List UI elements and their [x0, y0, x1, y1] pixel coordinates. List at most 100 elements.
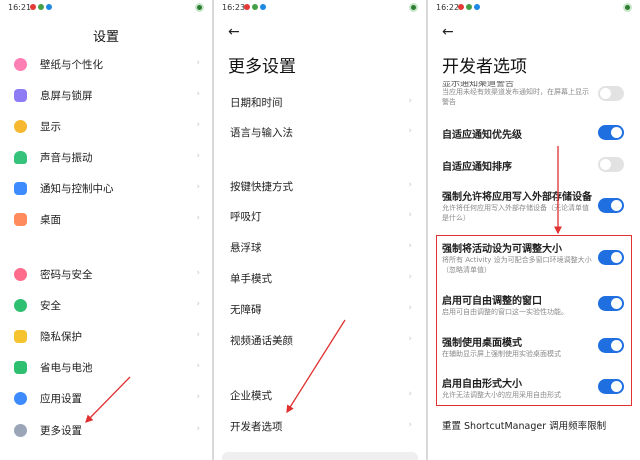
toggle-knob [611, 200, 622, 211]
highlight-box [436, 235, 632, 406]
notif-icon [458, 4, 464, 10]
settings-item-security[interactable]: 安全 › [0, 291, 212, 322]
dev-item-title: 强制允许将应用写入外部存储设备 [442, 192, 592, 203]
status-bar: 16:23 [214, 0, 426, 16]
settings-item-notification[interactable]: 通知与控制中心 › [0, 174, 212, 205]
chevron-right-icon: › [408, 180, 412, 190]
toggle-knob [611, 127, 622, 138]
chevron-right-icon: › [196, 151, 200, 161]
chevron-right-icon: › [408, 241, 412, 251]
notif-icon [30, 4, 36, 10]
toggle-knob [600, 159, 611, 170]
password-icon [14, 268, 27, 281]
dev-item-adaptive-sorting[interactable]: 自适应通知排序 [428, 154, 640, 178]
dev-item-adaptive-priority[interactable]: 自适应通知优先级 [428, 122, 640, 146]
chevron-right-icon: › [408, 96, 412, 106]
lock-screen-icon [14, 89, 27, 102]
chevron-right-icon: › [196, 424, 200, 434]
status-indicator-icon [195, 3, 204, 12]
toggle-switch[interactable] [598, 198, 624, 213]
dev-item-title: 重置 ShortcutManager 调用频率限制 [442, 421, 607, 432]
chevron-right-icon: › [196, 89, 200, 99]
settings-item-desktop[interactable]: 桌面 › [0, 205, 212, 236]
dev-item-force-external-storage[interactable]: 强制允许将应用写入外部存储设备 允许将任何应用写入外部存储设备（无论清单值是什么… [428, 186, 640, 228]
more-item-developer-options[interactable]: 开发者选项 › [214, 412, 426, 442]
security-icon [14, 299, 27, 312]
chevron-right-icon: › [196, 182, 200, 192]
sound-icon [14, 151, 27, 164]
dev-item-desc: 允许将任何应用写入外部存储设备（无论清单值是什么） [442, 204, 589, 222]
notif-icon [46, 4, 52, 10]
settings-item-lock-screen[interactable]: 息屏与锁屏 › [0, 81, 212, 112]
wallpaper-icon [14, 58, 27, 71]
toggle-switch[interactable] [598, 86, 624, 101]
status-indicator-icon [623, 3, 632, 12]
status-bar: 16:21 [0, 0, 212, 16]
settings-item-app-settings[interactable]: 应用设置 › [0, 384, 212, 415]
settings-item-display[interactable]: 显示 › [0, 112, 212, 143]
status-bar: 16:22 [428, 0, 640, 16]
more-settings-icon [14, 424, 27, 437]
chevron-right-icon: › [196, 361, 200, 371]
dev-item-title: 自适应通知优先级 [442, 130, 522, 141]
settings-item-battery[interactable]: 省电与电池 › [0, 353, 212, 384]
dev-item-desc: 当应用未经有效渠道发布通知时，在屏幕上显示警告 [442, 88, 589, 106]
chevron-right-icon: › [196, 120, 200, 130]
notif-icon [466, 4, 472, 10]
more-item-floating-ball[interactable]: 悬浮球 › [214, 233, 426, 263]
chevron-right-icon: › [408, 334, 412, 344]
notification-icons [244, 4, 266, 10]
toggle-switch[interactable] [598, 157, 624, 172]
app-settings-icon [14, 392, 27, 405]
status-time: 16:22 [436, 3, 460, 12]
page-title: 开发者选项 [442, 57, 527, 77]
bottom-card [222, 452, 418, 460]
chevron-right-icon: › [408, 389, 412, 399]
more-item-shortcuts[interactable]: 按键快捷方式 › [214, 172, 426, 202]
more-item-date-time[interactable]: 日期和时间 › [214, 88, 426, 118]
notif-icon [474, 4, 480, 10]
privacy-icon [14, 330, 27, 343]
notification-icons [458, 4, 480, 10]
page-title: 设置 [92, 30, 119, 45]
more-item-breathing-light[interactable]: 呼吸灯 › [214, 202, 426, 232]
desktop-icon [14, 213, 27, 226]
dev-item-channel-warning[interactable]: 显示通知渠道警告 当应用未经有效渠道发布通知时，在屏幕上显示警告 [428, 76, 640, 110]
battery-icon [14, 361, 27, 374]
status-indicator-icon [409, 3, 418, 12]
notification-icon [14, 182, 27, 195]
chevron-right-icon: › [196, 268, 200, 278]
notif-icon [260, 4, 266, 10]
notif-icon [38, 4, 44, 10]
settings-item-wallpaper[interactable]: 壁纸与个性化 › [0, 50, 212, 81]
more-item-one-hand[interactable]: 单手模式 › [214, 264, 426, 294]
notification-icons [30, 4, 52, 10]
dev-item-title: 自适应通知排序 [442, 162, 512, 173]
back-arrow-icon[interactable]: ← [228, 24, 240, 40]
settings-panel: 16:21 设置 壁纸与个性化 › 息屏与锁屏 › 显示 › 声音与振动 › 通… [0, 0, 212, 460]
settings-item-sound[interactable]: 声音与振动 › [0, 143, 212, 174]
chevron-right-icon: › [408, 210, 412, 220]
display-icon [14, 120, 27, 133]
chevron-right-icon: › [196, 58, 200, 68]
settings-item-more-settings[interactable]: 更多设置 › [0, 416, 212, 447]
more-settings-panel: 16:23 ← 更多设置 日期和时间 › 语言与输入法 › 按键快捷方式 › 呼… [214, 0, 426, 460]
notif-icon [244, 4, 250, 10]
back-arrow-icon[interactable]: ← [442, 24, 454, 40]
status-time: 16:23 [222, 3, 246, 12]
settings-item-privacy[interactable]: 隐私保护 › [0, 322, 212, 353]
page-title: 更多设置 [228, 57, 296, 77]
notif-icon [252, 4, 258, 10]
settings-item-password[interactable]: 密码与安全 › [0, 260, 212, 291]
chevron-right-icon: › [408, 303, 412, 313]
chevron-right-icon: › [408, 272, 412, 282]
chevron-right-icon: › [408, 126, 412, 136]
more-item-language[interactable]: 语言与输入法 › [214, 118, 426, 148]
toggle-switch[interactable] [598, 125, 624, 140]
more-item-enterprise[interactable]: 企业模式 › [214, 381, 426, 411]
chevron-right-icon: › [196, 330, 200, 340]
more-item-video-beauty[interactable]: 视频通话美颜 › [214, 326, 426, 356]
dev-item-reset-shortcut-manager[interactable]: 重置 ShortcutManager 调用频率限制 [428, 416, 640, 436]
more-item-accessibility[interactable]: 无障碍 › [214, 295, 426, 325]
chevron-right-icon: › [196, 392, 200, 402]
